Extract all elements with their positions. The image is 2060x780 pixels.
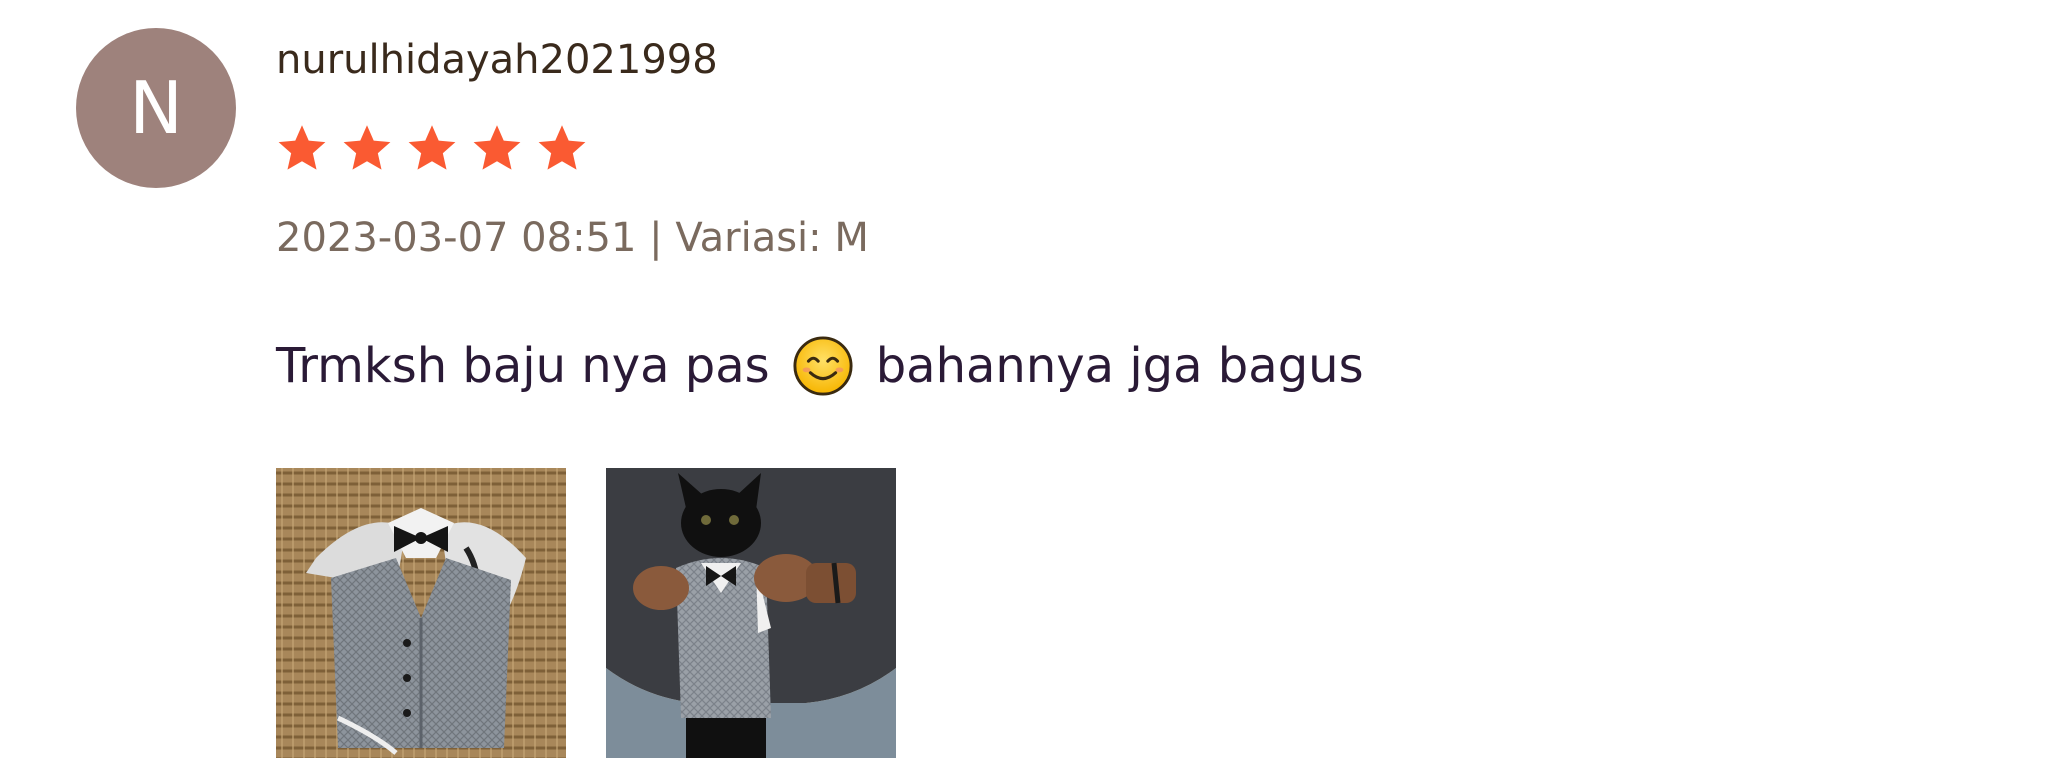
review-comment: Trmksh baju nya pas bahannya jga bagus	[276, 333, 1364, 399]
star-icon	[538, 125, 586, 170]
avatar-letter: N	[129, 66, 183, 150]
product-review: N nurulhidayah2021998 2023-03-07 08:51 |…	[0, 0, 2060, 780]
review-meta: 2023-03-07 08:51 | Variasi: M	[276, 208, 869, 268]
review-date: 2023-03-07 08:51	[276, 215, 637, 261]
star-icon	[278, 125, 326, 170]
smiling-face-icon	[793, 336, 853, 396]
star-icon	[408, 125, 456, 170]
review-photo-2[interactable]	[606, 468, 896, 758]
comment-text-part1: Trmksh baju nya pas	[276, 338, 770, 394]
star-rating	[276, 122, 588, 174]
reviewer-username: nurulhidayah2021998	[276, 37, 718, 83]
star-icon	[473, 125, 521, 170]
comment-text-part2: bahannya jga bagus	[875, 338, 1364, 394]
star-icon	[343, 125, 391, 170]
review-photos	[276, 468, 896, 758]
meta-separator: |	[649, 215, 663, 261]
review-photo-1[interactable]	[276, 468, 566, 758]
avatar[interactable]: N	[76, 28, 236, 188]
review-variation: Variasi: M	[675, 215, 869, 261]
